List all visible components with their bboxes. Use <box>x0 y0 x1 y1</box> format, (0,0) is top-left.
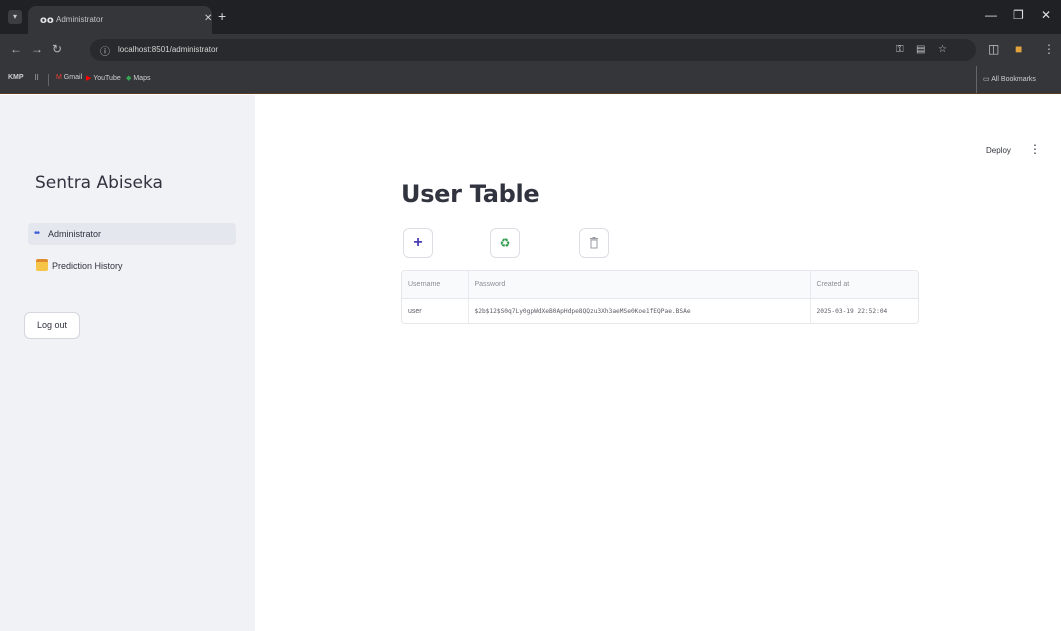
bookmark-label: Maps <box>133 75 151 82</box>
youtube-icon: ▶ <box>86 75 92 82</box>
recycle-icon: ♻ <box>499 236 511 250</box>
restore-icon[interactable]: ❐ <box>1013 8 1024 22</box>
bookmark-maps[interactable]: ◆ Maps <box>126 74 150 82</box>
key-icon[interactable]: ⚿ <box>896 44 904 56</box>
browser-tab-strip: ▾ oo Administrator ✕ + — ❐ ✕ <box>0 0 1061 34</box>
page-title: User Table <box>401 180 540 208</box>
plus-icon: + <box>413 234 423 251</box>
address-bar[interactable]: ⓘ localhost:8501/administrator ⚿ ▤ ☆ <box>90 39 976 61</box>
gmail-icon: M <box>56 74 62 81</box>
extensions-icon[interactable]: ◫ <box>988 42 999 56</box>
browser-toolbar: ← → ↻ ⓘ localhost:8501/administrator ⚿ ▤… <box>0 34 1061 66</box>
sidebar-item-label: Prediction History <box>52 261 123 271</box>
kmp-icon[interactable]: KMP <box>8 74 24 81</box>
apps-grid-icon[interactable]: ⠿ <box>34 74 39 82</box>
add-user-button[interactable]: + <box>403 228 433 258</box>
forward-icon[interactable]: → <box>31 42 43 56</box>
bookmark-gmail[interactable]: M Gmail <box>56 74 82 81</box>
sidebar: Sentra Abiseka •• Administrator Predicti… <box>0 95 255 631</box>
profile-icon[interactable]: ■ <box>1015 42 1022 56</box>
deploy-button[interactable]: Deploy <box>986 146 1011 155</box>
app-menu-icon[interactable]: ⋮ <box>1029 142 1041 156</box>
browser-tab[interactable]: oo Administrator ✕ <box>28 6 212 34</box>
translate-icon[interactable]: ▤ <box>916 44 925 56</box>
table-row[interactable]: user $2b$12$S0q7Ly0gpWdXeB0ApHdpe8QQzu3X… <box>402 298 918 323</box>
streamlit-favicon-icon: oo <box>40 15 54 26</box>
back-icon[interactable]: ← <box>10 42 22 56</box>
sidebar-item-prediction-history[interactable]: Prediction History <box>28 255 236 277</box>
site-info-icon[interactable]: ⓘ <box>100 43 110 58</box>
bookmark-label: Gmail <box>63 74 83 81</box>
bookmark-separator <box>48 74 49 86</box>
tab-title: Administrator <box>56 15 104 24</box>
delete-user-button[interactable] <box>579 228 609 258</box>
maps-icon: ◆ <box>126 75 132 82</box>
tab-close-icon[interactable]: ✕ <box>204 13 212 24</box>
refresh-button[interactable]: ♻ <box>490 228 520 258</box>
column-header-created-at[interactable]: Created at <box>810 271 918 299</box>
logout-button[interactable]: Log out <box>24 312 80 339</box>
bookmark-star-icon[interactable]: ☆ <box>938 44 947 56</box>
bookmark-label: YouTube <box>93 75 121 82</box>
folder-icon: ▭ <box>983 76 990 83</box>
user-table[interactable]: Username Password Created at user $2b$12… <box>401 270 919 324</box>
bookmark-youtube[interactable]: ▶ YouTube <box>86 74 121 82</box>
calendar-icon <box>36 259 48 271</box>
tab-search-icon[interactable]: ▾ <box>8 10 22 24</box>
new-tab-icon[interactable]: + <box>218 9 226 23</box>
username-cell[interactable]: user <box>402 298 469 323</box>
bookmarks-bar: KMP ⠿ M Gmail ▶ YouTube ◆ Maps ▭ All Boo… <box>0 66 1061 94</box>
close-window-icon[interactable]: ✕ <box>1041 8 1051 22</box>
sidebar-item-administrator[interactable]: •• Administrator <box>28 223 236 245</box>
browser-menu-icon[interactable]: ⋮ <box>1043 42 1055 56</box>
minimize-icon[interactable]: — <box>985 8 997 22</box>
trash-icon <box>580 229 608 260</box>
all-bookmarks-label: All Bookmarks <box>991 76 1036 83</box>
all-bookmarks[interactable]: ▭ All Bookmarks <box>976 66 1036 93</box>
sidebar-item-label: Administrator <box>48 229 102 239</box>
column-header-username[interactable]: Username <box>402 271 469 299</box>
url-text: localhost:8501/administrator <box>118 45 219 54</box>
password-cell[interactable]: $2b$12$S0q7Ly0gpWdXeB0ApHdpe8QQzu3Xh3aeM… <box>468 298 811 323</box>
brand-title: Sentra Abiseka <box>35 173 163 193</box>
double-dot-icon: •• <box>34 228 40 239</box>
column-header-password[interactable]: Password <box>468 271 811 299</box>
created-at-cell[interactable]: 2025-03-19 22:52:04 <box>810 298 918 323</box>
reload-icon[interactable]: ↻ <box>52 42 62 56</box>
table-header-row: Username Password Created at <box>402 271 918 299</box>
